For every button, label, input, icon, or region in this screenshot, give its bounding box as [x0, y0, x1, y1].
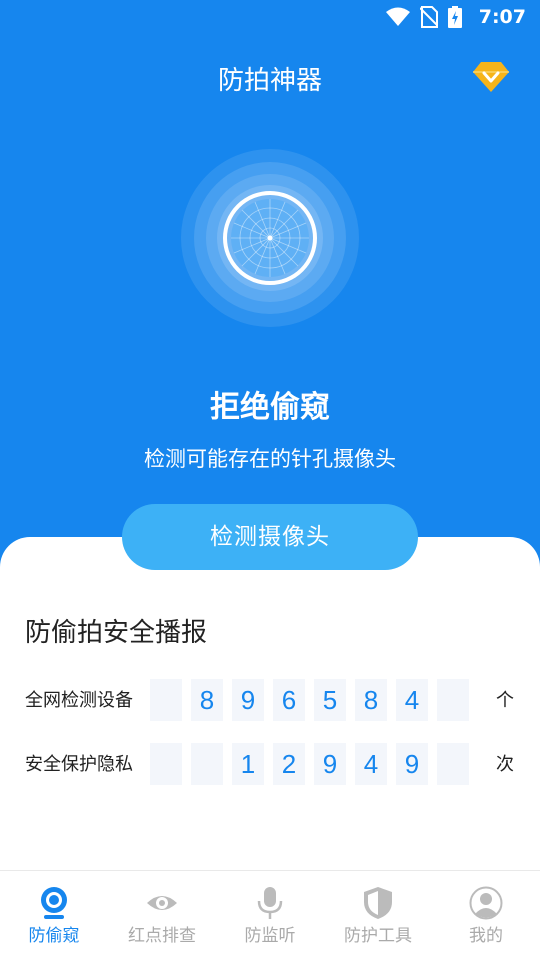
- user-icon: [469, 886, 503, 920]
- digit-cell: 5: [314, 679, 346, 721]
- digit-cell: 6: [273, 679, 305, 721]
- tab-label: 防监听: [244, 926, 296, 946]
- tab-protection-tools[interactable]: 防护工具: [324, 871, 432, 961]
- bottom-tab-bar: 防偷窥 红点排查 防监听 防护工具 我的: [0, 870, 540, 961]
- digit-cell: 9: [232, 679, 264, 721]
- tab-anti-peep[interactable]: 防偷窥: [0, 871, 108, 961]
- digit-cell: 8: [355, 679, 387, 721]
- tab-anti-eavesdrop[interactable]: 防监听: [216, 871, 324, 961]
- digit-cell: [437, 743, 469, 785]
- status-bar: 7:07: [0, 0, 540, 36]
- detect-camera-button[interactable]: 检测摄像头: [122, 504, 418, 570]
- wifi-icon: [386, 7, 410, 26]
- tab-label: 我的: [469, 926, 503, 946]
- tab-mine[interactable]: 我的: [432, 871, 540, 961]
- tab-label: 防护工具: [344, 926, 412, 946]
- digit-cell: 4: [396, 679, 428, 721]
- report-row-protections: 安全保护隐私 1 2 9 4 9 次: [0, 743, 540, 787]
- battery-charging-icon: [448, 6, 462, 28]
- hero-headline: 拒绝偷窥: [210, 390, 330, 425]
- digit-cell: 8: [191, 679, 223, 721]
- hero-subline: 检测可能存在的针孔摄像头: [144, 447, 396, 471]
- row-unit: 个: [496, 690, 514, 711]
- report-row-devices: 全网检测设备 8 9 6 5 8 4 个: [0, 679, 540, 723]
- eye-icon: [147, 896, 177, 910]
- digit-cell: [437, 679, 469, 721]
- digit-cell: [150, 743, 182, 785]
- row-label: 安全保护隐私: [25, 754, 133, 775]
- digit-cell: 1: [232, 743, 264, 785]
- tab-label: 防偷窥: [28, 926, 80, 946]
- row-unit: 次: [496, 754, 514, 775]
- tab-red-dot-check[interactable]: 红点排查: [108, 871, 216, 961]
- radar-scan-icon: [181, 149, 359, 327]
- report-title: 防偷拍安全播报: [25, 618, 208, 648]
- digit-cell: 2: [273, 743, 305, 785]
- diamond-vip-icon[interactable]: [472, 60, 510, 94]
- no-sim-icon: [420, 6, 438, 28]
- page-title: 防拍神器: [217, 66, 322, 96]
- digit-cell: 9: [314, 743, 346, 785]
- webcam-icon: [41, 887, 67, 919]
- row-label: 全网检测设备: [25, 690, 133, 711]
- digit-counter: 1 2 9 4 9: [150, 743, 469, 785]
- digit-cell: 9: [396, 743, 428, 785]
- shield-icon: [364, 887, 392, 919]
- digit-cell: [150, 679, 182, 721]
- tab-label: 红点排查: [128, 926, 196, 946]
- status-time: 7:07: [478, 6, 526, 28]
- digit-cell: [191, 743, 223, 785]
- microphone-icon: [257, 887, 283, 919]
- digit-counter: 8 9 6 5 8 4: [150, 679, 469, 721]
- digit-cell: 4: [355, 743, 387, 785]
